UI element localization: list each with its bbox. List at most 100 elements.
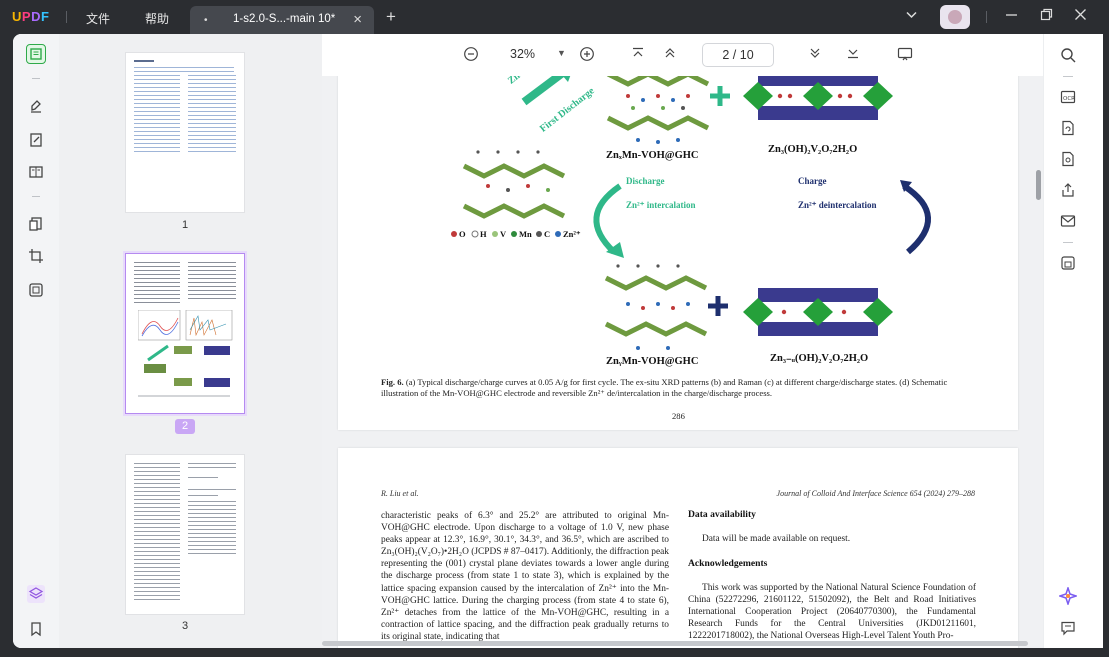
page-number-input[interactable]: 2 / 10 — [702, 43, 774, 67]
thumb-line — [134, 147, 180, 148]
zoom-level[interactable]: 32% — [510, 47, 535, 61]
last-page-icon[interactable] — [846, 46, 860, 63]
thumb-line — [188, 143, 236, 144]
ocr-icon[interactable]: OCR — [1059, 88, 1077, 106]
thumb-line — [188, 467, 236, 468]
thumb-line — [188, 525, 236, 526]
thumb-line — [134, 495, 180, 496]
svg-text:OCR: OCR — [1063, 96, 1075, 102]
bookmark-icon[interactable] — [26, 619, 46, 639]
thumb-line — [134, 278, 180, 279]
thumb-line — [134, 563, 180, 564]
thumb-line — [134, 543, 180, 544]
thumb-line — [188, 262, 236, 263]
email-icon[interactable] — [1059, 212, 1077, 230]
zoom-out-icon[interactable] — [463, 46, 479, 65]
thumb-line — [134, 143, 180, 144]
thumb-line — [188, 286, 236, 287]
organize-pages-icon[interactable] — [26, 162, 46, 182]
menu-file[interactable]: 文件 — [86, 10, 110, 27]
document-tab[interactable]: • 1-s2.0-S...-main 10* × — [190, 6, 374, 34]
thumb-line — [188, 107, 236, 108]
thumb-line — [188, 270, 236, 271]
page-thumbnail-1[interactable] — [125, 52, 245, 213]
close-tab-icon[interactable]: × — [353, 11, 362, 28]
slideshow-icon[interactable] — [897, 46, 913, 65]
thumb-line — [188, 509, 236, 510]
thumb-line — [188, 529, 236, 530]
search-icon[interactable] — [1059, 46, 1077, 64]
pdf-page-3: R. Liu et al. Journal of Colloid And Int… — [338, 448, 1018, 648]
first-page-icon[interactable] — [631, 46, 645, 63]
thumb-line — [188, 79, 236, 80]
comment-highlighter-icon[interactable] — [26, 96, 46, 116]
convert-pdf-icon[interactable] — [26, 214, 46, 234]
caption-text: (a) Typical discharge/charge curves at 0… — [381, 377, 948, 398]
close-window-icon[interactable] — [1074, 8, 1087, 24]
horizontal-scrollbar[interactable] — [322, 641, 1028, 646]
running-header-journal: Journal of Colloid And Interface Science… — [776, 489, 975, 498]
user-avatar[interactable] — [940, 5, 970, 29]
label-zn-intercalation: Zn²⁺ intercalation — [626, 200, 696, 210]
thumb-line — [134, 79, 180, 80]
vertical-scrollbar-thumb[interactable] — [1036, 170, 1041, 200]
thumb-line — [188, 95, 236, 96]
thumb-line — [188, 501, 236, 502]
convert-icon[interactable] — [1059, 119, 1077, 137]
reader-mode-icon[interactable] — [26, 44, 46, 64]
tabs-dropdown-chevron-icon[interactable] — [905, 8, 918, 24]
thumb-line — [188, 119, 236, 120]
document-viewer[interactable]: Zn²⁺ intercalation First Discharge ZnₓMn… — [322, 76, 1043, 648]
heading-acknowledgements: Acknowledgements — [688, 558, 768, 569]
thumb-line — [134, 67, 234, 68]
thumb-line — [188, 545, 236, 546]
edit-pdf-icon[interactable] — [26, 130, 46, 150]
previous-page-icon[interactable] — [663, 46, 677, 63]
document-tab-title: 1-s2.0-S...-main 10* — [233, 13, 336, 25]
page-number-286: 286 — [672, 411, 685, 421]
thumb-line — [134, 131, 180, 132]
structure-top-left — [606, 76, 710, 144]
thumb-line — [188, 111, 236, 112]
thumb-line — [188, 549, 236, 550]
thumb-line — [134, 571, 180, 572]
thumb-line — [188, 517, 236, 518]
thumb-line — [134, 527, 180, 528]
thumb-line — [188, 278, 236, 279]
page-thumbnail-3[interactable] — [125, 454, 245, 615]
save-icon[interactable] — [1059, 254, 1077, 272]
label-discharge: Discharge — [626, 176, 665, 186]
thumb-line — [134, 499, 180, 500]
right-toolbar: OCR — [1043, 34, 1103, 648]
thumb-line — [134, 282, 180, 283]
legend-h: H — [480, 229, 487, 239]
ai-assistant-icon[interactable] — [1059, 587, 1077, 605]
thumb-line — [188, 151, 236, 152]
new-tab-button[interactable]: + — [386, 7, 396, 27]
legend-c: C — [544, 229, 551, 239]
thumb-line — [188, 274, 236, 275]
zoom-dropdown-icon[interactable]: ▼ — [557, 48, 566, 58]
thumb-line — [134, 294, 180, 295]
zoom-in-icon[interactable] — [579, 46, 595, 65]
next-page-icon[interactable] — [808, 46, 822, 63]
structure-bottom-right — [743, 288, 893, 336]
share-icon[interactable] — [1059, 181, 1077, 199]
minimize-icon[interactable] — [1005, 8, 1018, 24]
figure-caption: Fig. 6. (a) Typical discharge/charge cur… — [381, 377, 975, 399]
layers-icon[interactable] — [26, 584, 46, 604]
thumb-line — [134, 60, 154, 62]
comments-icon[interactable] — [1059, 619, 1077, 637]
crop-page-icon[interactable] — [26, 246, 46, 266]
thumb-line — [188, 505, 236, 506]
restore-icon[interactable] — [1040, 8, 1053, 24]
menu-help[interactable]: 帮助 — [145, 10, 169, 27]
label-zn-deintercalation: Zn²⁺ deintercalation — [798, 200, 877, 210]
thumb-line — [188, 147, 236, 148]
thumb-line — [134, 575, 180, 576]
thumb-line — [134, 95, 180, 96]
protect-icon[interactable] — [1059, 150, 1077, 168]
thumb-line — [134, 531, 180, 532]
protect-pdf-icon[interactable] — [26, 280, 46, 300]
page-thumbnail-2[interactable] — [123, 251, 247, 416]
